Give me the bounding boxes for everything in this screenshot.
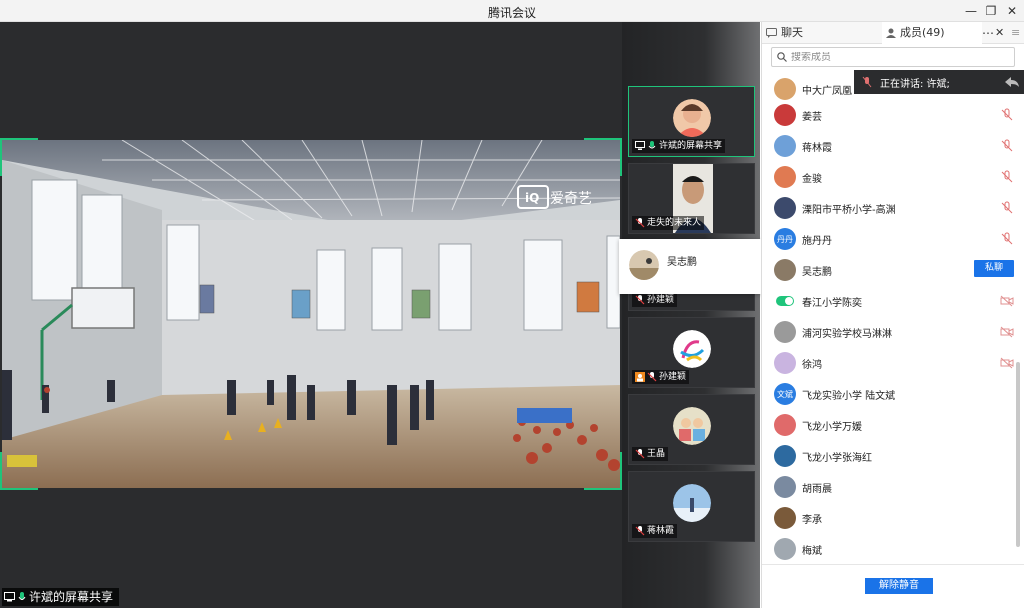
- camera-off-icon[interactable]: [1000, 356, 1014, 370]
- avatar: [774, 321, 796, 343]
- toggle-switch[interactable]: [776, 296, 794, 306]
- thumbnail-tile[interactable]: 许斌的屏幕共享: [628, 86, 755, 157]
- list-item[interactable]: 丹丹 施丹丹: [762, 224, 1017, 255]
- avatar: 文斌: [774, 383, 796, 405]
- search-input[interactable]: [791, 51, 1001, 63]
- mic-muted-icon: [635, 526, 645, 536]
- avatar: [629, 250, 659, 280]
- focus-corner-tl: [0, 138, 38, 176]
- camera-off-icon[interactable]: [1000, 325, 1014, 339]
- more-options-icon[interactable]: ⋯: [982, 22, 996, 44]
- thumbnail-tile[interactable]: 走失的未来人: [628, 163, 755, 234]
- close-panel-icon[interactable]: ✕: [995, 22, 1007, 44]
- svg-text:iQ: iQ: [525, 191, 539, 205]
- mic-muted-icon: [862, 76, 872, 88]
- avatar: [673, 330, 711, 368]
- list-item[interactable]: 溧阳市平桥小学-高渊: [762, 193, 1017, 224]
- avatar: [774, 166, 796, 188]
- list-item[interactable]: 徐鸿: [762, 348, 1017, 379]
- focus-corner-tr: [584, 138, 622, 176]
- mic-muted-icon: [635, 218, 645, 228]
- close-icon[interactable]: ✕: [1003, 2, 1021, 20]
- minimize-icon[interactable]: —: [962, 2, 980, 20]
- list-item[interactable]: 文斌 飞龙实验小学 陆文斌: [762, 379, 1017, 410]
- mic-on-icon: [648, 141, 656, 149]
- avatar: 丹丹: [774, 228, 796, 250]
- list-item[interactable]: 飞龙小学万媛: [762, 410, 1017, 441]
- screen-share-label: 许斌的屏幕共享: [2, 588, 120, 606]
- list-item[interactable]: 李承: [762, 503, 1017, 534]
- screen-share-icon: [635, 141, 645, 150]
- avatar: [774, 104, 796, 126]
- avatar: [673, 99, 711, 137]
- side-panel: 聊天 成员(49) ⋯ ✕ ≡ 中大广凤凰 姜芸 蒋林霞 金骏: [761, 22, 1024, 608]
- mic-muted-icon[interactable]: [1000, 201, 1014, 215]
- list-item[interactable]: 吴志鹏 私聊: [762, 255, 1017, 286]
- avatar: [774, 197, 796, 219]
- scrollbar[interactable]: [1016, 362, 1020, 547]
- unmute-button[interactable]: 解除静音: [865, 578, 933, 594]
- menu-icon[interactable]: ≡: [1011, 22, 1023, 44]
- thumbnail-tile[interactable]: 蒋林霞: [628, 471, 755, 542]
- search-icon: [777, 52, 787, 62]
- reply-icon[interactable]: [1004, 76, 1020, 88]
- list-item[interactable]: 浦河实验学校马淋淋: [762, 317, 1017, 348]
- hover-card-name: 吴志鹏: [667, 257, 697, 268]
- chat-icon: [766, 28, 777, 38]
- avatar: [774, 414, 796, 436]
- list-item[interactable]: 姜芸: [762, 100, 1017, 131]
- private-chat-button[interactable]: 私聊: [974, 260, 1014, 277]
- avatar: [673, 484, 711, 522]
- host-icon: [635, 372, 645, 382]
- title-bar: 腾讯会议 — ❐ ✕: [0, 0, 1024, 22]
- avatar: [774, 538, 796, 560]
- camera-off-icon[interactable]: [1000, 294, 1014, 308]
- mic-muted-icon[interactable]: [1000, 108, 1014, 122]
- mic-muted-icon: [647, 372, 657, 382]
- screen-share-icon: [4, 592, 15, 602]
- avatar: [774, 476, 796, 498]
- participant-hover-card[interactable]: 吴志鹏: [619, 239, 761, 294]
- members-icon: [886, 28, 896, 38]
- list-item[interactable]: 胡雨晨: [762, 472, 1017, 503]
- mic-muted-icon: [635, 449, 645, 459]
- mic-muted-icon[interactable]: [1000, 170, 1014, 184]
- window-title: 腾讯会议: [487, 6, 536, 20]
- focus-corner-br: [584, 452, 622, 490]
- tab-chat[interactable]: 聊天: [766, 22, 881, 44]
- mic-muted-icon[interactable]: [1000, 139, 1014, 153]
- list-item[interactable]: 飞龙小学张海红: [762, 441, 1017, 472]
- avatar: [774, 78, 796, 100]
- thumbnail-tile[interactable]: 孙建颖: [628, 317, 755, 388]
- watermark-text: 爱奇艺: [550, 190, 592, 207]
- panel-footer: 解除静音: [762, 564, 1024, 608]
- shared-screen-stage: iQ 爱奇艺 许斌的屏幕共享: [0, 22, 622, 608]
- avatar: [774, 352, 796, 374]
- avatar: [774, 135, 796, 157]
- mic-on-icon: [18, 591, 26, 600]
- mic-muted-icon[interactable]: [1000, 232, 1014, 246]
- panel-tabs: 聊天 成员(49) ⋯ ✕ ≡: [762, 22, 1024, 44]
- shared-screen-video: iQ 爱奇艺: [2, 140, 620, 488]
- avatar: [673, 407, 711, 445]
- list-item[interactable]: 蒋林霞: [762, 131, 1017, 162]
- avatar: [774, 445, 796, 467]
- restore-icon[interactable]: ❐: [982, 2, 1000, 20]
- list-item[interactable]: 金骏: [762, 162, 1017, 193]
- focus-corner-bl: [0, 452, 38, 490]
- avatar: [774, 507, 796, 529]
- tab-members[interactable]: 成员(49): [882, 22, 982, 44]
- list-item[interactable]: 梅斌: [762, 534, 1017, 565]
- video-thumbnail-column[interactable]: 许斌的屏幕共享 走失的未来人 孙建颖 孙建颖 王晶 蒋林霞: [622, 22, 760, 608]
- mic-muted-icon: [635, 295, 645, 305]
- thumbnail-tile[interactable]: 王晶: [628, 394, 755, 465]
- list-item[interactable]: 春江小学陈奕: [762, 286, 1017, 317]
- member-search[interactable]: [771, 47, 1015, 67]
- avatar: [774, 259, 796, 281]
- speaking-indicator: 正在讲话: 许斌;: [854, 70, 1024, 94]
